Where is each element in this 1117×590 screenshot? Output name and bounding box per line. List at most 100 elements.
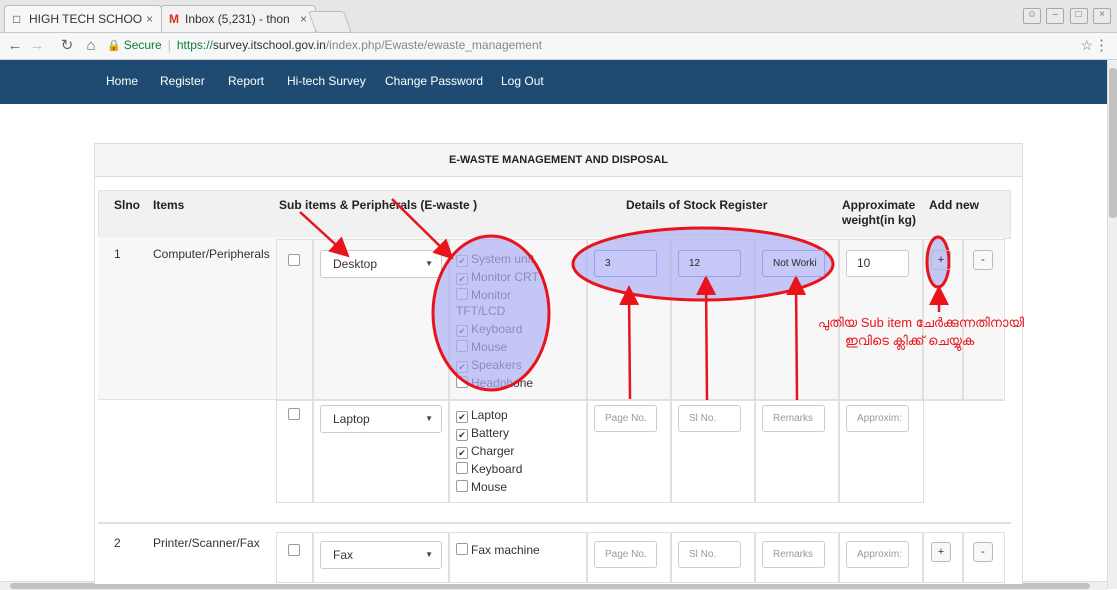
header-stock-register: Details of Stock Register [626, 198, 768, 212]
weight-input[interactable]: Approxim: [846, 541, 909, 568]
close-icon[interactable]: × [146, 6, 153, 32]
url-field[interactable]: 🔒 Secure | https://survey.itschool.gov.in/i… [107, 35, 1057, 55]
part-label: Keyboard [471, 462, 523, 476]
page-icon: □ [13, 12, 21, 26]
part-checkbox[interactable]: Charger [456, 444, 514, 459]
part-label: Mouse [471, 480, 508, 494]
header-sub-items: Sub items & Peripherals (E-waste ) [279, 198, 478, 212]
nav-change-password[interactable]: Change Password [385, 74, 483, 88]
menu-icon[interactable]: ⋮ [1094, 36, 1109, 54]
page-no-input[interactable]: Page No. [594, 405, 657, 432]
row-divider [98, 522, 1011, 524]
panel-title: E-WASTE MANAGEMENT AND DISPOSAL [95, 144, 1022, 177]
checkbox[interactable] [456, 325, 468, 337]
vertical-scrollbar[interactable] [1107, 60, 1117, 589]
cell-border [754, 239, 756, 401]
checkbox[interactable] [456, 462, 468, 474]
nav-register[interactable]: Register [160, 74, 205, 88]
checkbox[interactable] [456, 480, 468, 492]
sl-no-input-overlay[interactable]: 12 [678, 250, 741, 277]
annotation-note-line1: പുതിയ Sub item ചേർക്കുന്നതിനായി [818, 315, 1025, 330]
part-label: Laptop [471, 408, 508, 422]
remarks-input-overlay[interactable]: Not Worki [762, 250, 825, 277]
close-window-icon[interactable]: × [1093, 8, 1111, 24]
part-checkbox[interactable]: Headphone [456, 376, 533, 390]
caret-down-icon: ▼ [425, 414, 433, 423]
sub-item-select[interactable]: Fax ▼ [320, 541, 442, 569]
part-label: Battery [471, 426, 510, 440]
scroll-thumb[interactable] [1109, 68, 1117, 218]
nav-home[interactable]: Home [106, 74, 138, 88]
cell-border [448, 532, 450, 583]
home-icon[interactable]: ⌂ [82, 37, 100, 55]
cell-border [838, 532, 840, 583]
checkbox[interactable] [456, 429, 468, 441]
remarks-input[interactable]: Remarks [762, 541, 825, 568]
url-host: survey.itschool.gov.in [212, 38, 326, 52]
checkbox[interactable] [456, 288, 468, 300]
checkbox[interactable] [456, 273, 468, 285]
header-weight-line1: Approximate [842, 198, 916, 212]
part-label: Mouse [471, 340, 508, 354]
back-icon[interactable]: ← [6, 37, 24, 55]
nav-hitech-survey[interactable]: Hi-tech Survey [287, 74, 366, 88]
close-icon[interactable]: × [300, 6, 307, 32]
forward-icon[interactable]: → [28, 37, 46, 55]
row-select-checkbox[interactable] [288, 408, 300, 420]
part-checkbox[interactable]: Mouse [456, 340, 507, 354]
row-slno: 2 [114, 536, 121, 550]
part-checkbox[interactable]: Keyboard [456, 322, 522, 337]
weight-input[interactable]: Approxim: [846, 405, 909, 432]
part-checkbox[interactable]: System unit [456, 252, 534, 267]
part-checkbox[interactable]: Keyboard [456, 462, 522, 476]
remove-sub-item-button[interactable]: - [973, 542, 993, 562]
checkbox[interactable] [456, 447, 468, 459]
bookmark-star-icon[interactable]: ☆ [1080, 37, 1093, 54]
row-item: Printer/Scanner/Fax [153, 536, 260, 550]
add-sub-item-button-overlay[interactable]: + [931, 250, 951, 270]
part-checkbox[interactable]: Laptop [456, 408, 508, 423]
url-scheme: https:// [176, 38, 213, 52]
sl-no-input[interactable]: Sl No. [678, 405, 741, 432]
sub-item-select[interactable]: Desktop ▼ [320, 250, 442, 278]
checkbox[interactable] [456, 361, 468, 373]
part-checkbox[interactable]: Battery [456, 426, 509, 441]
page-no-input[interactable]: Page No. [594, 541, 657, 568]
checkbox[interactable] [456, 543, 468, 555]
remarks-input[interactable]: Remarks [762, 405, 825, 432]
add-sub-item-button[interactable]: + [931, 542, 951, 562]
url-separator: | [167, 38, 171, 52]
new-tab-button[interactable] [307, 11, 353, 33]
part-checkbox[interactable]: Speakers [456, 358, 522, 373]
browser-tab-hightech[interactable]: □ HIGH TECH SCHOO × [4, 5, 162, 32]
header-slno: Slno [114, 198, 140, 212]
sub-item-select[interactable]: Laptop ▼ [320, 405, 442, 433]
part-checkbox[interactable]: Mouse [456, 480, 507, 494]
weight-input[interactable]: 10 [846, 250, 909, 277]
minimize-icon[interactable]: – [1046, 8, 1065, 24]
secure-label: Secure [123, 38, 162, 52]
part-checkbox[interactable]: Monitor CRT [456, 270, 539, 285]
part-checkbox[interactable]: Fax machine [456, 543, 540, 557]
cell-border [754, 399, 756, 503]
part-label-continued: TFT/LCD [456, 304, 506, 318]
nav-report[interactable]: Report [228, 74, 264, 88]
checkbox[interactable] [456, 411, 468, 423]
row-select-checkbox[interactable] [288, 544, 300, 556]
remove-sub-item-button[interactable]: - [973, 250, 993, 270]
row-select-checkbox[interactable] [288, 254, 300, 266]
browser-tab-inbox[interactable]: M Inbox (5,231) - thon × [160, 5, 316, 32]
checkbox[interactable] [456, 255, 468, 267]
reload-icon[interactable]: ↻ [58, 37, 76, 55]
page-no-input-overlay[interactable]: 3 [594, 250, 657, 277]
maximize-icon[interactable]: □ [1069, 8, 1088, 24]
sl-no-input[interactable]: Sl No. [678, 541, 741, 568]
checkbox[interactable] [456, 340, 468, 352]
caret-down-icon: ▼ [425, 259, 433, 268]
nav-logout[interactable]: Log Out [501, 74, 544, 88]
part-checkbox[interactable]: Monitor [456, 288, 511, 302]
checkbox[interactable] [456, 376, 468, 388]
part-label: Monitor [471, 288, 512, 302]
cell-border [312, 532, 314, 583]
profile-icon[interactable]: ☺ [1022, 8, 1041, 24]
